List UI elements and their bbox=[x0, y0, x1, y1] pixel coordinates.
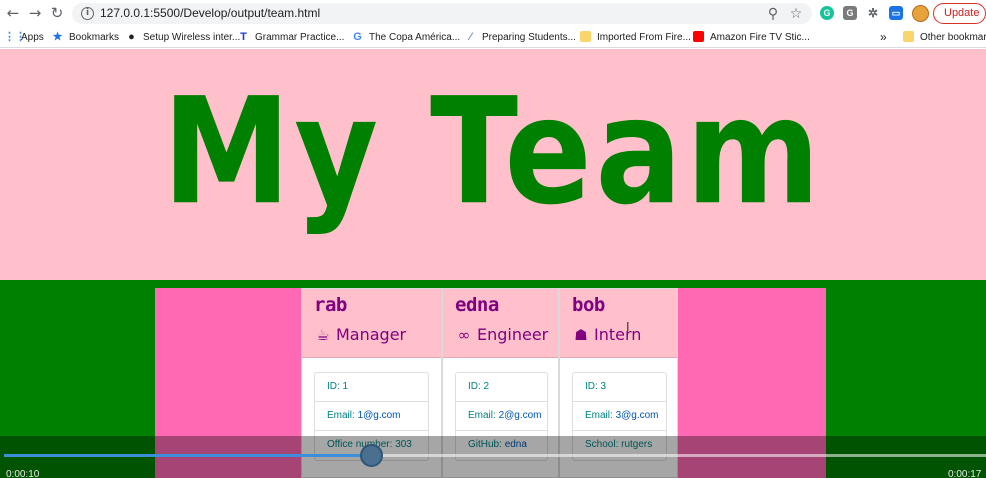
employee-name: rab bbox=[314, 294, 347, 316]
folder-icon bbox=[580, 31, 591, 42]
address-bar[interactable]: i 127.0.0.1:5500/Develop/output/team.htm… bbox=[72, 3, 812, 24]
bookmarks-overflow-chevron[interactable]: » bbox=[880, 30, 887, 45]
bookmark-preparing-students[interactable]: ⁄ Preparing Students... bbox=[465, 30, 576, 45]
cast-extension-icon[interactable]: ▭ bbox=[889, 6, 903, 20]
bookmark-star-icon[interactable]: ☆ bbox=[788, 6, 804, 22]
video-controls-overlay bbox=[0, 436, 986, 478]
employee-id: ID: 3 bbox=[573, 373, 666, 402]
apps-grid-icon: ⋮⋮ bbox=[4, 31, 26, 43]
employee-role: ☕ Manager bbox=[314, 325, 406, 344]
bookmark-apps[interactable]: ⋮⋮Apps bbox=[4, 30, 44, 45]
video-current-time: 0:00:10 bbox=[6, 469, 40, 478]
site-info-icon[interactable]: i bbox=[81, 7, 94, 20]
jumbotron: My Team bbox=[0, 49, 986, 280]
employee-id: ID: 2 bbox=[456, 373, 547, 402]
bookmark-imported-firefox[interactable]: Imported From Fire... bbox=[580, 30, 691, 45]
employee-email: Email: 1@g.com bbox=[315, 402, 428, 431]
back-arrow-icon[interactable]: ← bbox=[4, 4, 22, 22]
penguin-icon: ● bbox=[128, 31, 135, 43]
star-icon: ★ bbox=[52, 31, 63, 43]
employee-email: Email: 3@g.com bbox=[573, 402, 666, 431]
forward-arrow-icon[interactable]: → bbox=[26, 4, 44, 22]
folder-icon bbox=[903, 31, 914, 42]
graduate-icon: ☗ bbox=[574, 326, 588, 344]
bookmark-grammar-practice[interactable]: T Grammar Practice... bbox=[238, 30, 344, 45]
google-icon: G bbox=[353, 31, 362, 43]
employee-id: ID: 1 bbox=[315, 373, 428, 402]
browser-toolbar: ← → ↻ i 127.0.0.1:5500/Develop/output/te… bbox=[0, 0, 986, 27]
bookmark-copa-america[interactable]: G The Copa América... bbox=[352, 30, 460, 45]
card-header: edna ∞ Engineer bbox=[443, 289, 558, 358]
bookmark-amazon-fire[interactable]: Amazon Fire TV Stic... bbox=[693, 30, 810, 45]
bookmarks-bar: ⋮⋮Apps ★ Bookmarks ● Setup Wireless inter.… bbox=[0, 27, 986, 48]
reload-icon[interactable]: ↻ bbox=[48, 4, 66, 22]
url-text[interactable]: 127.0.0.1:5500/Develop/output/team.html bbox=[100, 6, 320, 20]
bookmark-setup-wireless[interactable]: ● Setup Wireless inter... bbox=[126, 30, 240, 45]
glasses-icon: ∞ bbox=[457, 326, 471, 344]
card-header: rab ☕ Manager bbox=[302, 289, 441, 358]
page-content: My Team rab ☕ Manager ID: 1 Email: 1@g.co… bbox=[0, 49, 986, 478]
email-link[interactable]: 3@g.com bbox=[616, 410, 659, 421]
video-progress-fill bbox=[4, 454, 367, 457]
card-header: bob ☗ Intern bbox=[560, 289, 677, 358]
update-button[interactable]: Update bbox=[933, 3, 986, 24]
youtube-icon bbox=[693, 31, 704, 42]
zoom-icon[interactable]: ⚲ bbox=[765, 6, 781, 22]
employee-role: ☗ Intern bbox=[572, 325, 641, 344]
google-extension-icon[interactable]: G bbox=[843, 6, 857, 20]
employee-email: Email: 2@g.com bbox=[456, 402, 547, 431]
email-link[interactable]: 1@g.com bbox=[358, 410, 401, 421]
video-total-time: 0:00:17 bbox=[948, 469, 982, 478]
email-link[interactable]: 2@g.com bbox=[499, 410, 542, 421]
profile-avatar[interactable] bbox=[912, 5, 929, 22]
feather-icon: ⁄ bbox=[469, 31, 472, 43]
bookmark-bookmarks[interactable]: ★ Bookmarks bbox=[52, 30, 119, 45]
employee-name: bob bbox=[572, 294, 605, 316]
t-logo-icon: T bbox=[240, 31, 247, 43]
employee-name: edna bbox=[455, 294, 499, 316]
extensions-puzzle-icon[interactable]: ✲ bbox=[866, 6, 880, 20]
page-title: My Team bbox=[162, 67, 824, 238]
mug-icon: ☕ bbox=[316, 326, 330, 344]
video-scrub-handle[interactable] bbox=[360, 444, 383, 467]
grammarly-extension-icon[interactable]: G bbox=[820, 6, 834, 20]
text-cursor-icon: I bbox=[626, 320, 630, 334]
bookmark-other-bookmarks[interactable]: Other bookmarks bbox=[903, 30, 986, 45]
employee-role: ∞ Engineer bbox=[455, 325, 549, 344]
